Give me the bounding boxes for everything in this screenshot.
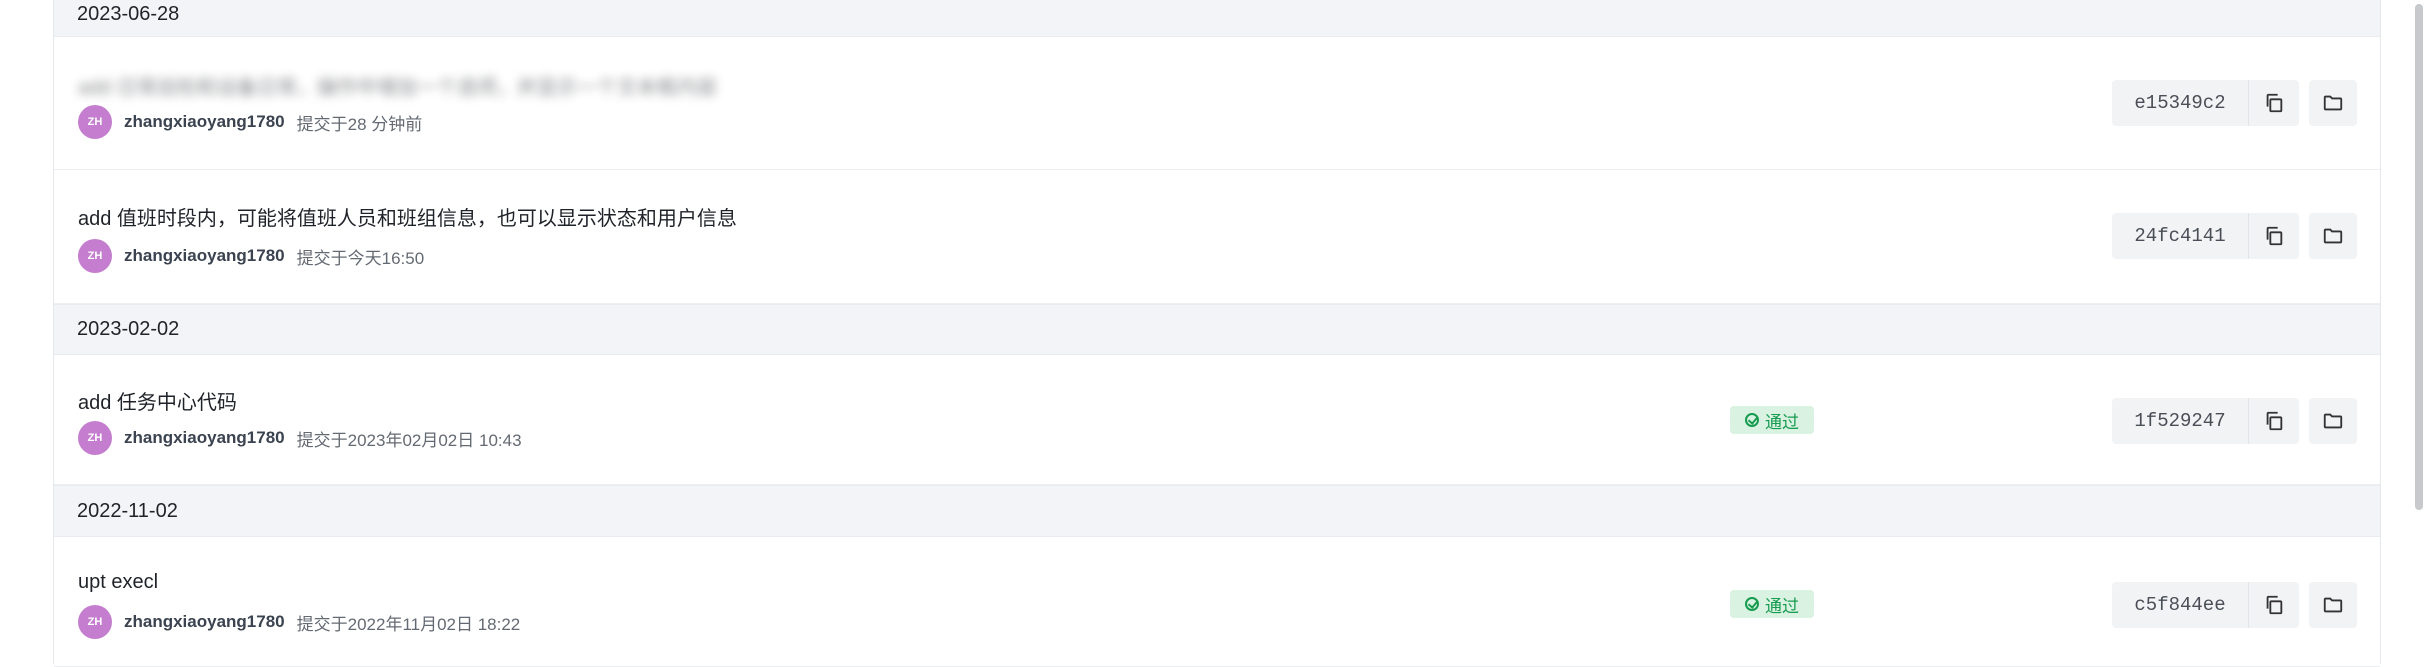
- status-label: 通过: [1765, 412, 1799, 432]
- date-label: 2023-06-28: [77, 3, 180, 25]
- copy-sha-button[interactable]: [2248, 582, 2299, 628]
- date-label: 2023-02-02: [77, 318, 180, 340]
- browse-files-button[interactable]: [2309, 398, 2357, 444]
- sha-group: c5f844ee: [2112, 582, 2357, 628]
- commit-row[interactable]: upt execl ZH zhangxiaoyang1780 提交于2022年1…: [54, 537, 2380, 667]
- commit-title-text: add 值班时段内，可能将值班人员和班组信息，也可以显示状态和用户信息: [78, 208, 737, 230]
- avatar[interactable]: ZH: [78, 605, 112, 639]
- commit-title[interactable]: upt execl: [78, 571, 158, 594]
- date-header: 2022-11-02: [54, 485, 2380, 537]
- commit-title[interactable]: add 任务中心代码: [78, 386, 237, 415]
- date-header: 2023-06-28: [54, 0, 2380, 37]
- folder-icon: [2323, 95, 2343, 111]
- commit-sha[interactable]: 24fc4141: [2112, 213, 2248, 259]
- commit-list: 2023-06-28 add 日常巡检和设备日常，操作中增加一个选项，并显示一个…: [53, 0, 2381, 667]
- commit-row[interactable]: add 任务中心代码 ZH zhangxiaoyang1780 提交于2023年…: [54, 355, 2380, 485]
- check-circle-icon: [1745, 413, 1759, 427]
- browse-files-button[interactable]: [2309, 582, 2357, 628]
- author-name[interactable]: zhangxiaoyang1780: [124, 428, 285, 448]
- avatar[interactable]: ZH: [78, 421, 112, 455]
- author-name[interactable]: zhangxiaoyang1780: [124, 612, 285, 632]
- check-circle-icon: [1745, 597, 1759, 611]
- folder-icon: [2323, 228, 2343, 244]
- commit-sha[interactable]: 1f529247: [2112, 398, 2248, 444]
- folder-icon: [2323, 597, 2343, 613]
- sha-group: 24fc4141: [2112, 213, 2357, 259]
- sha-group: e15349c2: [2112, 80, 2357, 126]
- author-name[interactable]: zhangxiaoyang1780: [124, 246, 285, 266]
- status-badge[interactable]: 通过: [1730, 590, 1814, 618]
- copy-icon: [2266, 411, 2283, 431]
- scrollbar[interactable]: [2409, 0, 2429, 664]
- commit-meta: ZH zhangxiaoyang1780 提交于今天16:50: [78, 239, 424, 273]
- commit-time: 提交于28 分钟前: [296, 114, 423, 134]
- scrollbar-thumb[interactable]: [2415, 4, 2423, 510]
- commit-sha[interactable]: c5f844ee: [2112, 582, 2248, 628]
- folder-icon: [2323, 413, 2343, 429]
- commit-title[interactable]: add 日常巡检和设备日常，操作中增加一个选项，并显示一个文本框内容: [78, 71, 717, 100]
- avatar[interactable]: ZH: [78, 105, 112, 139]
- author-name[interactable]: zhangxiaoyang1780: [124, 112, 285, 132]
- copy-sha-button[interactable]: [2248, 213, 2299, 259]
- copy-sha-button[interactable]: [2248, 398, 2299, 444]
- commit-meta: ZH zhangxiaoyang1780 提交于2023年02月02日 10:4…: [78, 421, 522, 455]
- browse-files-button[interactable]: [2309, 80, 2357, 126]
- status-label: 通过: [1765, 596, 1799, 616]
- copy-icon: [2266, 595, 2283, 615]
- avatar[interactable]: ZH: [78, 239, 112, 273]
- commit-meta: ZH zhangxiaoyang1780 提交于28 分钟前: [78, 105, 422, 139]
- date-header: 2023-02-02: [54, 304, 2380, 355]
- copy-icon: [2266, 226, 2283, 246]
- sha-group: 1f529247: [2112, 398, 2357, 444]
- commit-sha[interactable]: e15349c2: [2112, 80, 2248, 126]
- date-label: 2022-11-02: [77, 499, 178, 522]
- commit-meta: ZH zhangxiaoyang1780 提交于2022年11月02日 18:2…: [78, 605, 520, 639]
- commit-time: 提交于2022年11月02日 18:22: [296, 614, 521, 634]
- status-badge[interactable]: 通过: [1730, 406, 1814, 434]
- commit-row[interactable]: add 日常巡检和设备日常，操作中增加一个选项，并显示一个文本框内容 ZH zh…: [54, 37, 2380, 170]
- copy-sha-button[interactable]: [2248, 80, 2299, 126]
- commit-row[interactable]: add 值班时段内，可能将值班人员和班组信息，也可以显示状态和用户信息 ZH z…: [54, 170, 2380, 304]
- commit-time: 提交于今天16:50: [296, 248, 425, 268]
- browse-files-button[interactable]: [2309, 213, 2357, 259]
- commit-time: 提交于2023年02月02日 10:43: [296, 430, 522, 450]
- commit-title[interactable]: add 值班时段内，可能将值班人员和班组信息，也可以显示状态和用户信息: [78, 202, 737, 231]
- copy-icon: [2266, 93, 2283, 113]
